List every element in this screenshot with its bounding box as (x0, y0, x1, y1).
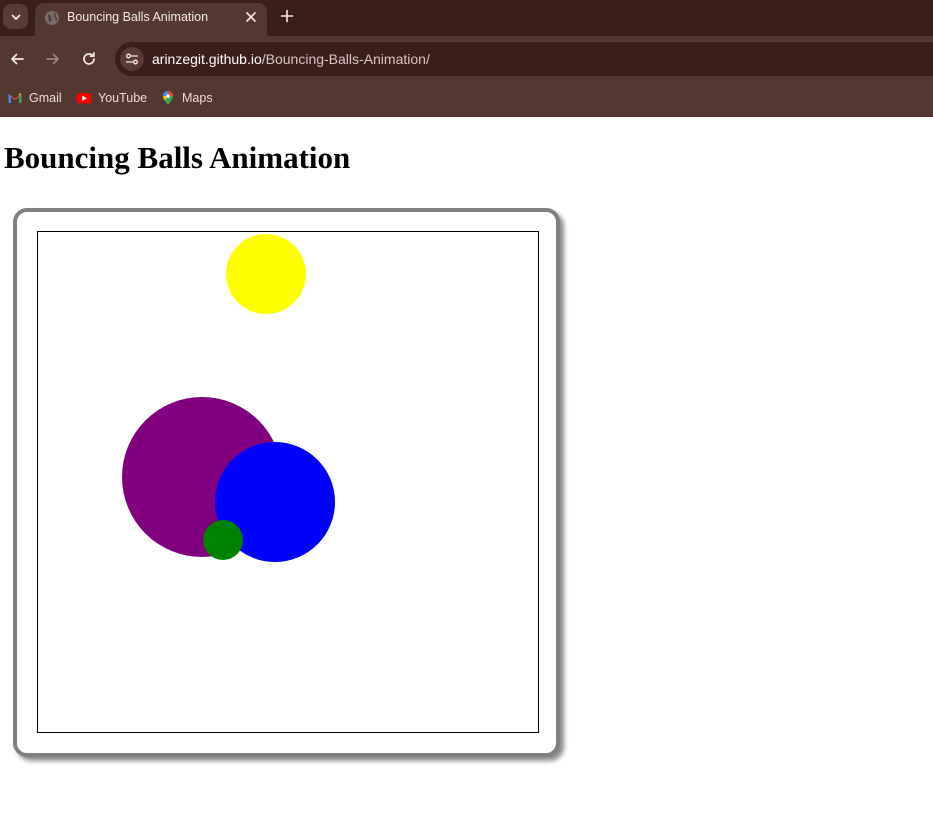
bookmarks-bar: Gmail YouTube Maps (0, 81, 933, 117)
site-info-button[interactable] (120, 47, 144, 71)
green-ball (203, 520, 243, 560)
maps-icon (163, 91, 173, 105)
back-arrow-icon[interactable] (9, 51, 25, 67)
address-bar[interactable]: arinzegit.github.io/Bouncing-Balls-Anima… (115, 42, 933, 76)
tune-icon (125, 53, 139, 65)
gmail-icon (8, 93, 22, 103)
plus-icon[interactable] (279, 8, 295, 24)
tab-title: Bouncing Balls Animation (67, 10, 209, 24)
bookmark-gmail[interactable]: Gmail (7, 89, 62, 107)
page-heading: Bouncing Balls Animation (4, 140, 351, 175)
forward-arrow-icon[interactable] (45, 51, 61, 67)
yellow-ball (226, 234, 306, 314)
reload-icon[interactable] (81, 51, 97, 67)
bookmark-label: Maps (182, 91, 213, 105)
tab-search-button[interactable] (3, 4, 28, 29)
url-text[interactable]: arinzegit.github.io/Bouncing-Balls-Anima… (152, 51, 430, 67)
url-path: /Bouncing-Balls-Animation/ (261, 51, 430, 67)
bookmark-youtube[interactable]: YouTube (76, 89, 147, 107)
youtube-icon (76, 93, 92, 104)
chevron-down-icon (11, 14, 20, 20)
url-host: arinzegit.github.io (152, 51, 262, 67)
close-icon[interactable] (243, 9, 259, 25)
animation-canvas (37, 231, 539, 733)
tab-active[interactable]: Bouncing Balls Animation (35, 3, 267, 36)
bookmark-label: YouTube (98, 91, 148, 105)
tab-strip: Bouncing Balls Animation (0, 0, 933, 36)
globe-icon (45, 11, 59, 25)
bookmark-maps[interactable]: Maps (160, 89, 213, 107)
bookmark-label: Gmail (29, 91, 62, 105)
browser-toolbar: arinzegit.github.io/Bouncing-Balls-Anima… (0, 36, 933, 81)
